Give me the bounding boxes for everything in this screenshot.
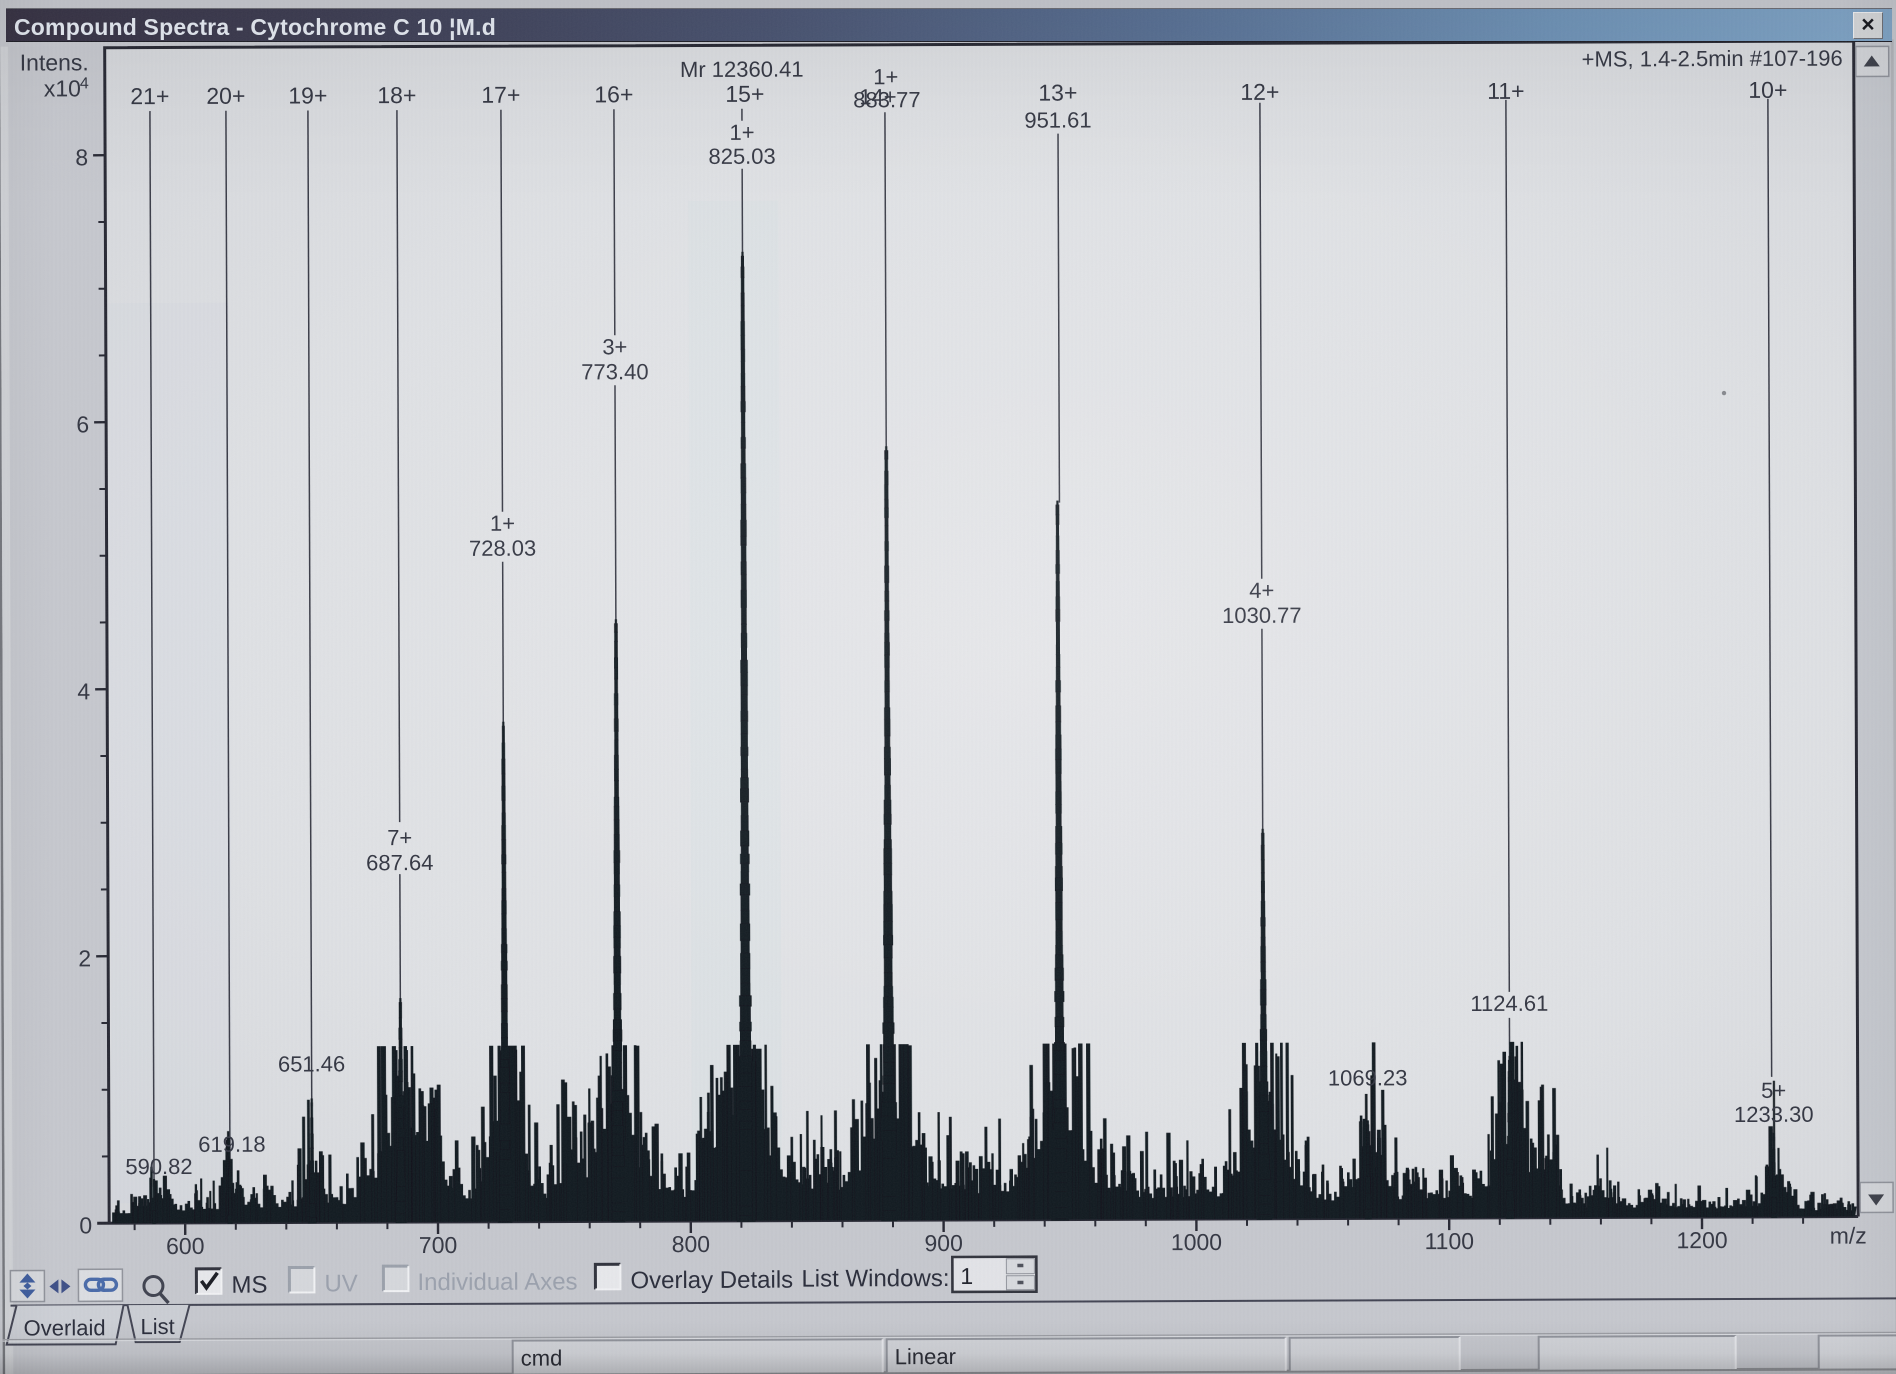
svg-text:Overlaid: Overlaid (24, 1315, 106, 1340)
svg-text:20+: 20+ (206, 83, 245, 109)
svg-text:728.03: 728.03 (469, 536, 536, 561)
svg-text:0: 0 (79, 1212, 92, 1238)
svg-text:10+: 10+ (1748, 77, 1787, 103)
svg-text:1124.61: 1124.61 (1470, 991, 1548, 1016)
svg-text:+MS, 1.4-2.5min #107-196: +MS, 1.4-2.5min #107-196 (1582, 46, 1843, 72)
svg-text:15+: 15+ (725, 81, 764, 107)
svg-text:7+: 7+ (387, 825, 412, 850)
svg-text:Linear: Linear (895, 1344, 956, 1369)
svg-text:1+: 1+ (729, 120, 754, 145)
svg-text:600: 600 (166, 1233, 204, 1259)
svg-text:List: List (140, 1314, 174, 1339)
svg-text:590.82: 590.82 (125, 1154, 192, 1179)
svg-text:1030.77: 1030.77 (1222, 603, 1302, 628)
svg-text:3+: 3+ (602, 334, 627, 359)
svg-text:1200: 1200 (1676, 1227, 1727, 1253)
svg-text:1: 1 (960, 1263, 973, 1289)
svg-text:m/z: m/z (1830, 1222, 1867, 1248)
svg-text:16+: 16+ (594, 81, 633, 107)
svg-text:12+: 12+ (1240, 79, 1279, 105)
svg-text:18+: 18+ (377, 82, 416, 108)
svg-text:5+: 5+ (1761, 1078, 1786, 1103)
svg-text:UV: UV (324, 1270, 357, 1297)
svg-text:1233.30: 1233.30 (1734, 1102, 1814, 1127)
svg-text:1100: 1100 (1424, 1228, 1474, 1254)
svg-text:List Windows:: List Windows: (801, 1265, 949, 1293)
svg-text:1+: 1+ (490, 511, 515, 536)
svg-text:4: 4 (77, 678, 90, 704)
svg-text:19+: 19+ (288, 82, 327, 108)
svg-text:651.46: 651.46 (278, 1051, 345, 1076)
svg-text:11+: 11+ (1487, 78, 1524, 104)
svg-text:Intens.: Intens. (20, 49, 89, 75)
svg-text:825.03: 825.03 (708, 144, 775, 169)
svg-text:4: 4 (80, 75, 89, 92)
svg-text:1000: 1000 (1171, 1229, 1222, 1255)
svg-text:4+: 4+ (1249, 578, 1274, 603)
svg-text:21+: 21+ (130, 83, 169, 109)
svg-text:900: 900 (924, 1230, 962, 1256)
svg-text:Individual Axes: Individual Axes (417, 1268, 577, 1296)
svg-text:17+: 17+ (481, 82, 520, 108)
svg-text:8: 8 (75, 144, 88, 170)
svg-text:2: 2 (78, 945, 91, 971)
svg-text:619.18: 619.18 (198, 1132, 265, 1157)
svg-text:MS: MS (231, 1272, 267, 1299)
svg-text:700: 700 (419, 1232, 457, 1258)
svg-text:x10: x10 (44, 75, 81, 101)
svg-text:773.40: 773.40 (581, 359, 648, 384)
svg-text:1069.23: 1069.23 (1328, 1065, 1408, 1090)
svg-text:13+: 13+ (1038, 79, 1077, 105)
svg-text:cmd: cmd (521, 1345, 563, 1370)
svg-text:687.64: 687.64 (366, 850, 433, 875)
svg-text:Overlay Details: Overlay Details (630, 1267, 793, 1295)
svg-text:800: 800 (672, 1231, 710, 1257)
svg-text:6: 6 (76, 411, 89, 437)
svg-text:883.77: 883.77 (853, 87, 920, 112)
svg-text:951.61: 951.61 (1024, 107, 1091, 132)
svg-text:Mr 12360.41: Mr 12360.41 (680, 57, 804, 82)
